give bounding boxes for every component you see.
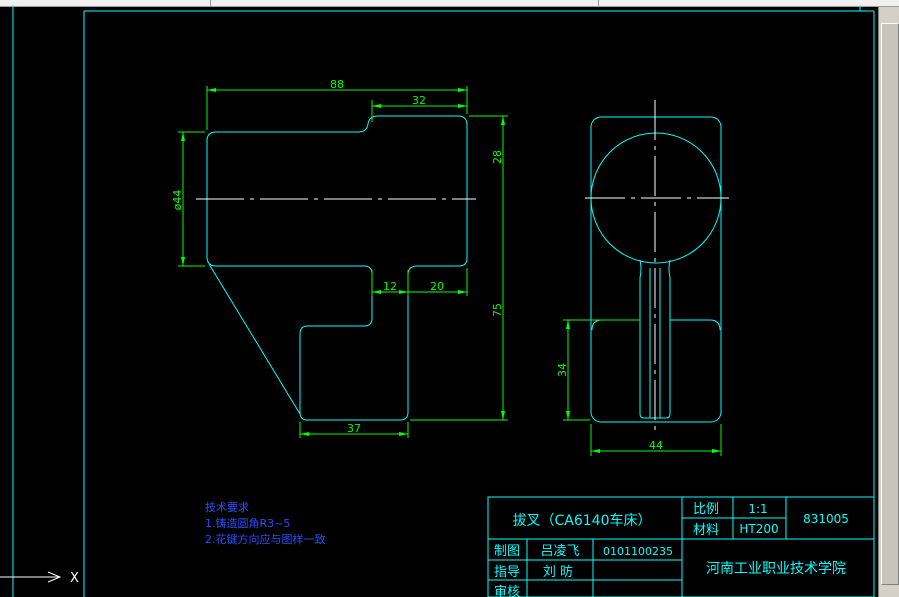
arrow-head xyxy=(181,132,185,141)
arrow-head xyxy=(591,449,600,453)
dim-text-side-height: 34 xyxy=(556,363,569,377)
dim-text-upper-height: 28 xyxy=(491,150,504,164)
guide-name: 刘 昉 xyxy=(543,565,573,580)
slanted-rib-line xyxy=(208,263,301,415)
technical-notes: 技术要求 1.铸造圆角R3~5 2.花键方向应与图样一致 xyxy=(205,501,326,546)
dim-text-total-height: 75 xyxy=(491,303,504,317)
notes-title: 技术要求 xyxy=(205,501,249,514)
notes-line-2: 2.花键方向应与图样一致 xyxy=(205,532,326,546)
arrow-head xyxy=(207,88,216,92)
arrow-head xyxy=(712,449,721,453)
side-view-outline xyxy=(590,116,722,423)
student-id: 0101100235 xyxy=(603,545,673,558)
dim-text-top-slot: 32 xyxy=(412,94,426,107)
arrow-head xyxy=(181,257,185,266)
material-label: 材料 xyxy=(693,523,719,538)
dim-text-side-width: 44 xyxy=(649,439,663,452)
dim-text-right-step: 20 xyxy=(430,280,444,293)
school-name: 河南工业职业技术学院 xyxy=(706,561,846,577)
dim-text-overall-width: 88 xyxy=(330,78,344,91)
dim-text-bottom-width: 37 xyxy=(347,422,361,435)
dim-text-diameter: ø44 xyxy=(171,190,184,211)
dim-text-neck: 12 xyxy=(383,280,397,293)
arrow-head xyxy=(372,104,381,108)
arrow-head xyxy=(372,290,381,294)
arrow-head xyxy=(501,116,505,125)
scale-label: 比例 xyxy=(693,502,719,517)
ucs-x-label: X xyxy=(70,571,79,586)
arrow-head xyxy=(501,411,505,420)
review-label: 审核 xyxy=(494,585,520,597)
arrow-head xyxy=(300,432,309,436)
ucs-icon xyxy=(0,571,62,583)
arrow-head xyxy=(399,290,408,294)
arrow-head xyxy=(458,290,467,294)
guide-label: 指导 xyxy=(494,565,520,580)
vertical-scrollbar[interactable] xyxy=(878,7,899,597)
notes-line-1: 1.铸造圆角R3~5 xyxy=(205,516,290,530)
arrow-head xyxy=(399,432,408,436)
arrow-head xyxy=(566,411,570,420)
drawn-label: 制图 xyxy=(494,544,520,559)
front-view-outline xyxy=(206,115,468,421)
part-name: 拔叉（CA6140车床） xyxy=(513,512,652,529)
title-block-texts: 拔叉（CA6140车床） 比例 1:1 材料 HT200 831005 制图 吕… xyxy=(494,502,849,597)
side-view xyxy=(590,116,722,423)
front-view xyxy=(206,115,468,421)
side-step-right xyxy=(670,319,721,331)
material-value: HT200 xyxy=(739,522,778,536)
cad-drawing-canvas[interactable]: 88 32 ø44 28 75 12 20 37 34 44 技术要求 1.铸造… xyxy=(0,0,899,597)
arrow-head xyxy=(458,104,467,108)
arrow-head xyxy=(458,88,467,92)
dimension-texts: 88 32 ø44 28 75 12 20 37 34 44 xyxy=(171,78,663,452)
side-step-left xyxy=(591,319,640,331)
scale-value: 1:1 xyxy=(748,502,767,516)
drawing-number: 831005 xyxy=(803,512,849,526)
arrow-head xyxy=(566,320,570,329)
drawn-name: 吕凌飞 xyxy=(540,544,579,559)
scrollbar-thumb[interactable] xyxy=(881,23,899,585)
